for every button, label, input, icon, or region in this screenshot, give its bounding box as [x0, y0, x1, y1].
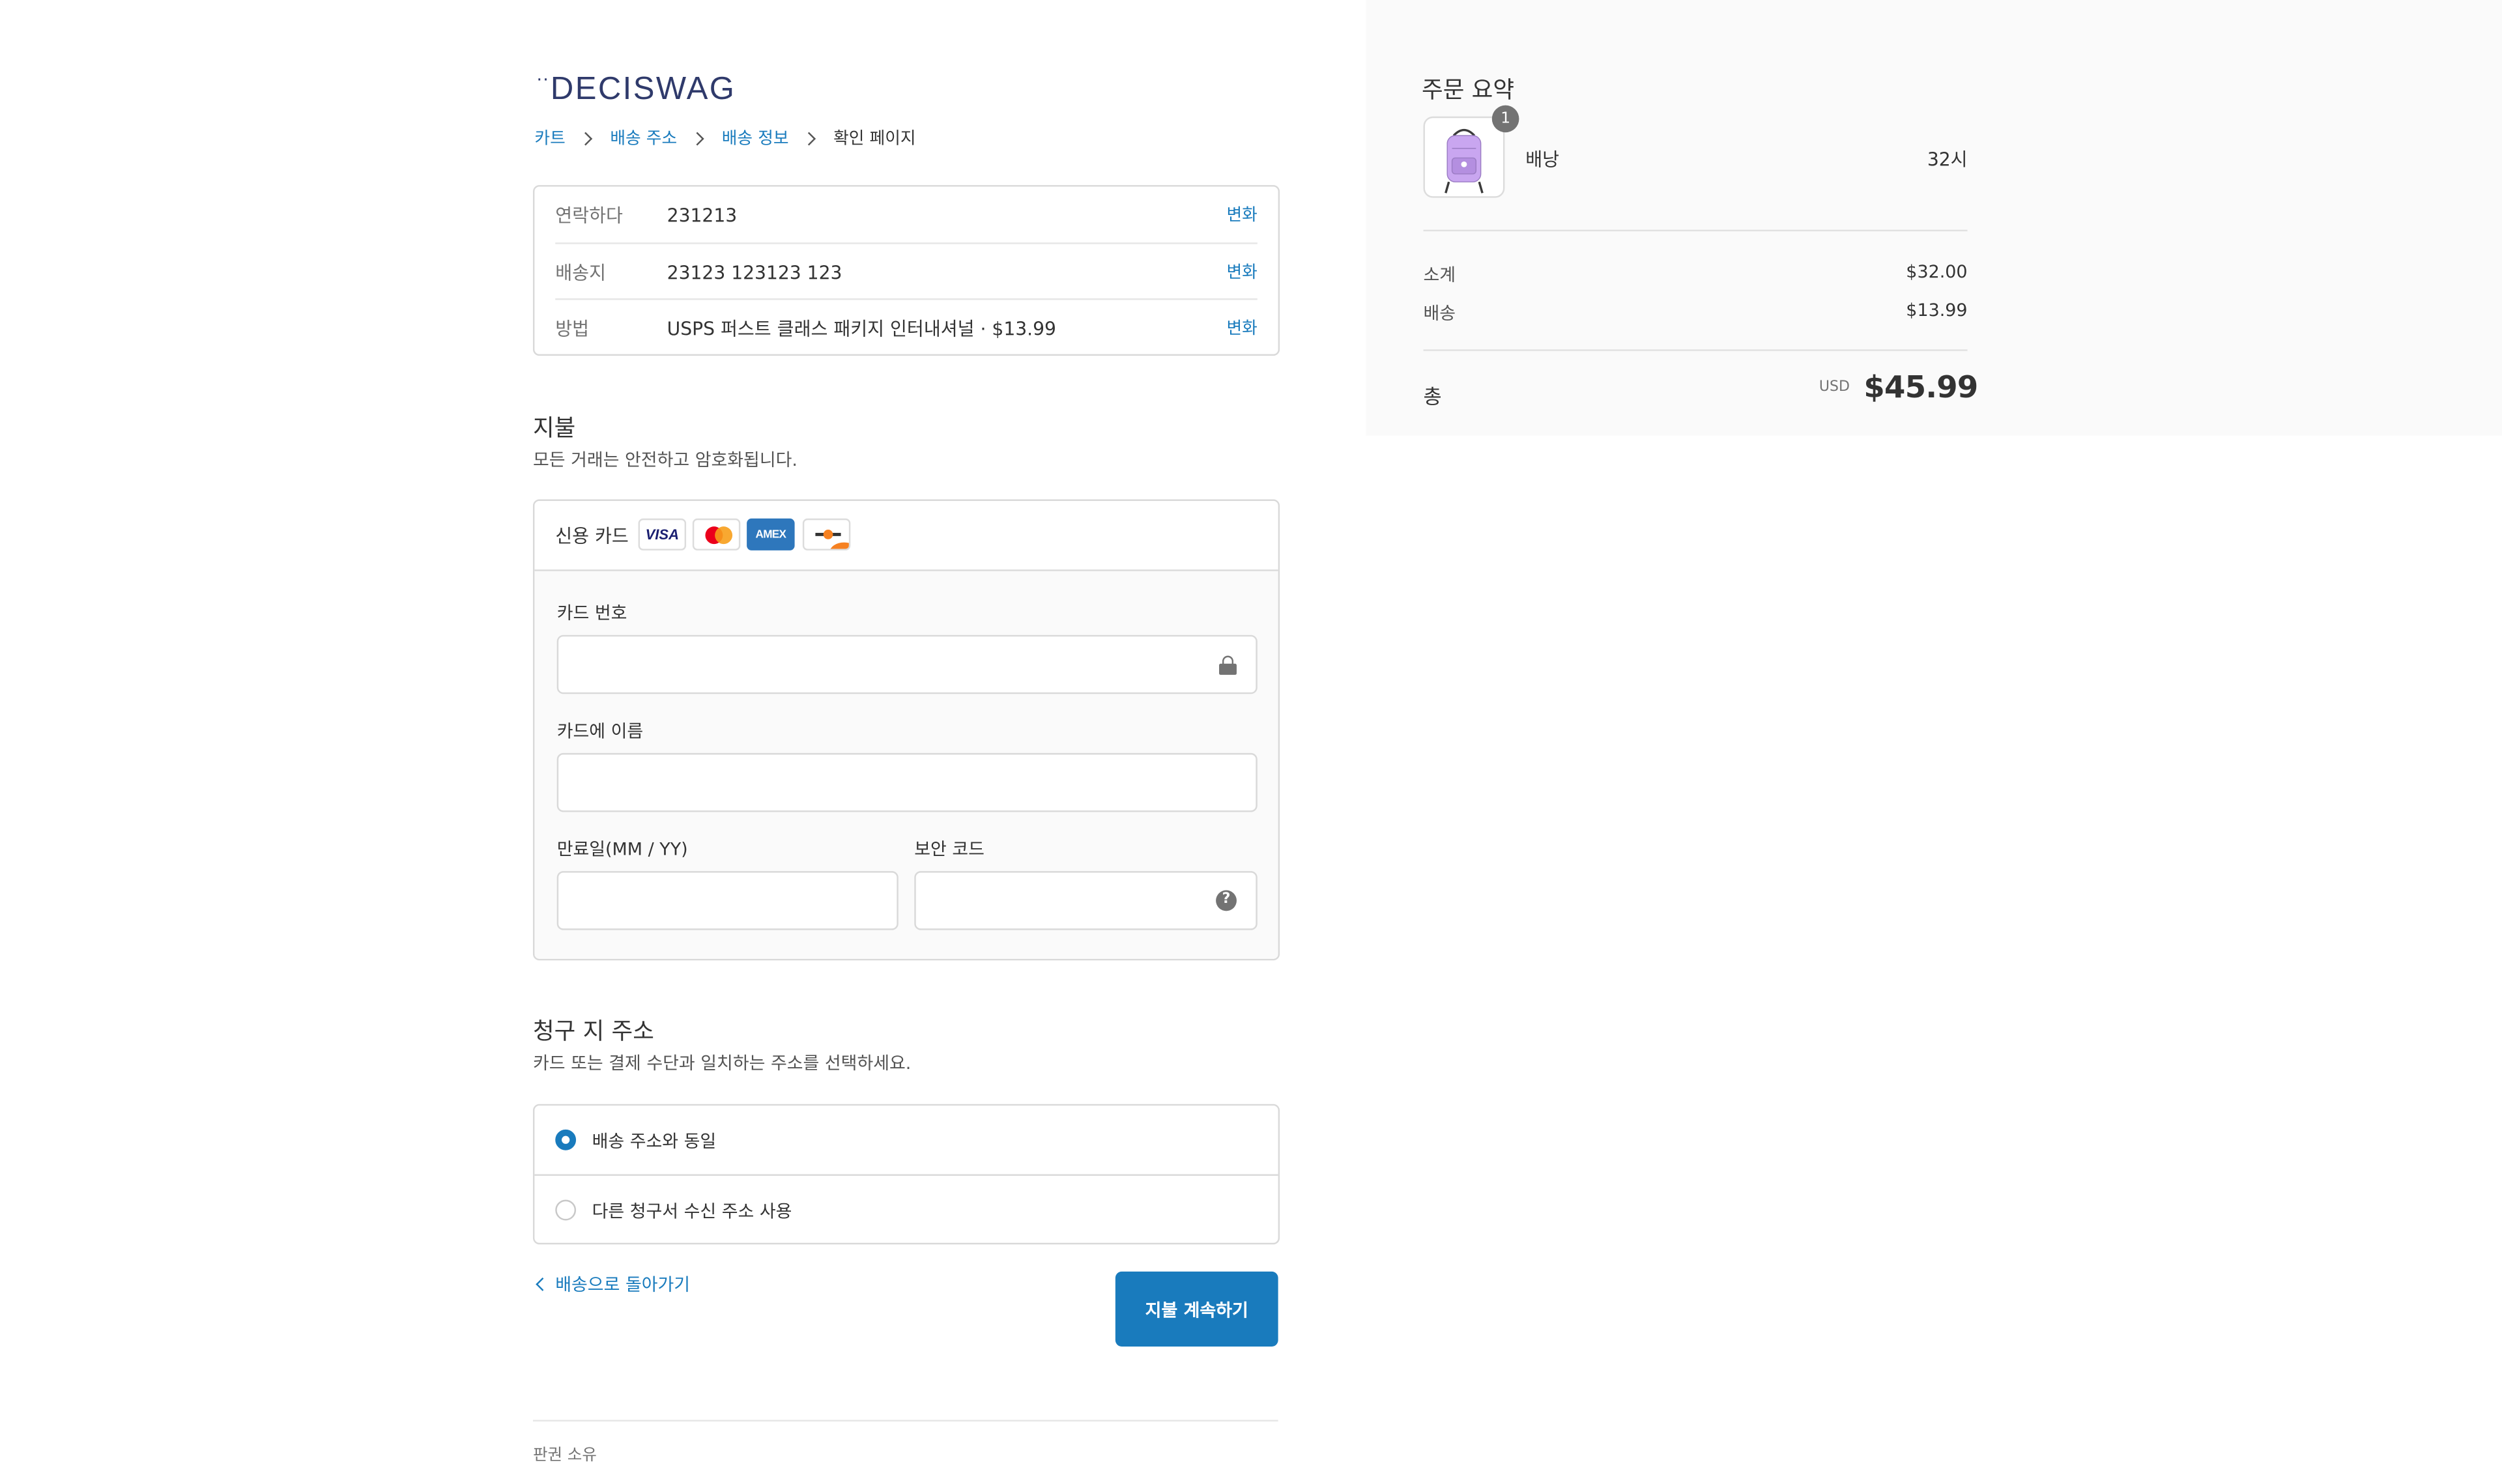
- checkout-page: ·· DECISWAG 카트 배송 주소 배송 정보 확인 페이지 연락하다 23…: [0, 0, 2502, 1484]
- breadcrumb-cart[interactable]: 카트: [534, 126, 565, 150]
- brand-logo-text: DECISWAG: [550, 72, 736, 107]
- brand-logo[interactable]: ·· DECISWAG: [536, 67, 736, 109]
- amex-logo: AMEX: [747, 518, 795, 550]
- billing-different-address[interactable]: 다른 청구서 수신 주소 사용: [534, 1174, 1278, 1244]
- product-thumbnail: [1423, 116, 1505, 198]
- credit-card-option[interactable]: 신용 카드 VISA AMEX: [534, 500, 1278, 571]
- total-amount: $45.99: [1863, 370, 1978, 406]
- review-row-ship-to: 배송지 23123 123123 123 변화: [555, 242, 1258, 300]
- card-fields: 카드 번호 카드에 이름 만료일(MM / YY) 보안 코드 ?: [534, 571, 1278, 959]
- return-to-shipping-label: 배송으로 돌아가기: [555, 1274, 691, 1296]
- billing-option-label: 배송 주소와 동일: [592, 1130, 717, 1151]
- visa-logo: VISA: [638, 518, 687, 550]
- expiry-input[interactable]: [556, 871, 899, 930]
- expiry-label: 만료일(MM / YY): [556, 839, 688, 860]
- payment-title: 지불: [532, 416, 576, 442]
- backpack-image: [1445, 128, 1484, 193]
- subtotal-label: 소계: [1423, 264, 1456, 286]
- summary-divider: [1423, 229, 1968, 232]
- chevron-right-icon: [691, 131, 705, 145]
- review-row-method: 방법 USPS 퍼스트 클래스 패키지 인터내셔널 · $13.99 변화: [555, 298, 1258, 356]
- total-currency: USD: [1819, 379, 1850, 396]
- review-value: 231213: [667, 203, 738, 226]
- review-value: 23123 123123 123: [667, 261, 842, 283]
- review-row-contact: 연락하다 231213 변화: [555, 187, 1258, 243]
- card-number-input[interactable]: [556, 635, 1258, 694]
- continue-payment-button[interactable]: 지불 계속하기: [1115, 1271, 1278, 1347]
- name-on-card-input[interactable]: [556, 752, 1258, 812]
- subtotal-value: $32.00: [1906, 261, 1968, 283]
- review-label: 방법: [555, 317, 590, 339]
- credit-card-label: 신용 카드: [555, 524, 629, 547]
- shipping-value: $13.99: [1906, 300, 1968, 321]
- review-label: 연락하다: [555, 203, 623, 226]
- security-code-label: 보안 코드: [914, 839, 985, 860]
- discover-logo: [802, 518, 851, 550]
- radio-unselected[interactable]: [555, 1199, 577, 1221]
- billing-options: 배송 주소와 동일 다른 청구서 수신 주소 사용: [532, 1104, 1280, 1245]
- mastercard-logo: [692, 518, 741, 550]
- billing-same-as-shipping[interactable]: 배송 주소와 동일: [534, 1106, 1278, 1174]
- footer-divider: [532, 1420, 1278, 1422]
- radio-selected[interactable]: [555, 1129, 577, 1150]
- review-label: 배송지: [555, 261, 606, 283]
- chevron-right-icon: [802, 131, 816, 145]
- return-to-shipping-link[interactable]: 배송으로 돌아가기: [533, 1272, 690, 1297]
- summary-divider: [1423, 349, 1968, 351]
- review-value: USPS 퍼스트 클래스 패키지 인터내셔널 · $13.99: [667, 317, 1056, 339]
- card-number-label: 카드 번호: [556, 603, 627, 624]
- change-method-link[interactable]: 변화: [1226, 316, 1257, 340]
- copyright-text: 판권 소유: [532, 1447, 597, 1465]
- total-label: 총: [1423, 384, 1442, 408]
- product-price: 32시: [1927, 148, 1968, 171]
- payment-description: 모든 거래는 안전하고 암호화됩니다.: [532, 449, 798, 471]
- lock-icon: [1219, 655, 1237, 675]
- name-on-card-label: 카드에 이름: [556, 721, 644, 742]
- payment-box: 신용 카드 VISA AMEX 카드 번호 카드에 이름 만료일(MM / YY…: [532, 499, 1280, 961]
- order-summary-title: 주문 요약: [1422, 78, 1515, 104]
- billing-title: 청구 지 주소: [532, 1019, 654, 1046]
- security-code-input[interactable]: ?: [914, 871, 1258, 930]
- breadcrumb: 카트 배송 주소 배송 정보 확인 페이지: [534, 126, 915, 150]
- product-name: 배낭: [1525, 148, 1560, 171]
- billing-option-label: 다른 청구서 수신 주소 사용: [592, 1200, 792, 1221]
- breadcrumb-shipping-address[interactable]: 배송 주소: [610, 126, 677, 150]
- help-icon[interactable]: ?: [1216, 890, 1237, 911]
- chevron-left-icon: [536, 1277, 550, 1291]
- breadcrumb-confirmation: 확인 페이지: [833, 129, 916, 149]
- shipping-label: 배송: [1423, 303, 1456, 324]
- breadcrumb-shipping-info[interactable]: 배송 정보: [722, 126, 789, 150]
- chevron-right-icon: [579, 131, 593, 145]
- quantity-badge: 1: [1491, 105, 1519, 133]
- change-address-link[interactable]: 변화: [1226, 260, 1257, 284]
- billing-description: 카드 또는 결제 수단과 일치하는 주소를 선택하세요.: [532, 1053, 912, 1074]
- change-contact-link[interactable]: 변화: [1226, 203, 1257, 227]
- review-box: 연락하다 231213 변화 배송지 23123 123123 123 변화 방…: [532, 185, 1280, 356]
